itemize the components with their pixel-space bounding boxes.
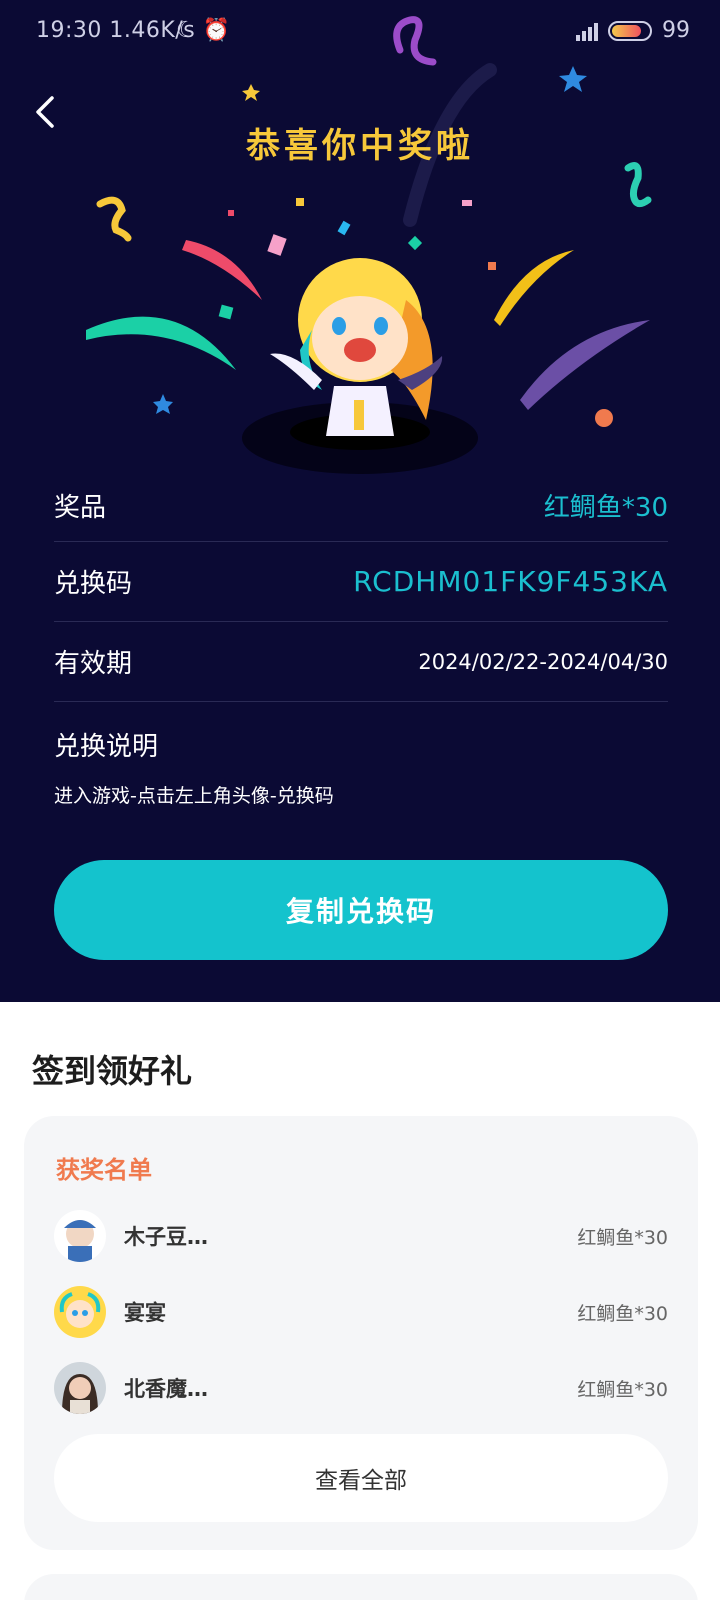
- prize-details: 奖品 红鲷鱼*30 兑换码 RCDHM01FK9F453KA 有效期 2024/…: [54, 470, 668, 808]
- confetti: [407, 235, 423, 251]
- avatar: [54, 1286, 106, 1338]
- mascot-eye: [374, 317, 388, 335]
- winner-prize: 红鲷鱼*30: [577, 1378, 668, 1401]
- code-row: 兑换码 RCDHM01FK9F453KA: [54, 542, 668, 622]
- list-item: 宴宴 红鲷鱼*30: [54, 1284, 668, 1340]
- confetti: [228, 210, 234, 216]
- prize-value: 红鲷鱼*30: [543, 493, 668, 523]
- avatar: [54, 1362, 106, 1414]
- ribbon-teal: [86, 316, 236, 370]
- confetti: [462, 200, 472, 206]
- celebration-illustration: [86, 16, 652, 474]
- dot-orange: [595, 409, 613, 427]
- ribbon-purple: [520, 320, 650, 410]
- star-decor: [559, 66, 587, 92]
- prize-label: 奖品: [54, 493, 107, 523]
- prize-panel: 19:30 1.46K/s ☾ ⏰ 99 恭喜你中奖啦 奖品 红鲷鱼*30 兑换…: [0, 0, 720, 1002]
- next-card: [24, 1574, 698, 1600]
- confetti: [267, 234, 287, 256]
- redeem-code[interactable]: RCDHM01FK9F453KA: [353, 565, 668, 598]
- code-label: 兑换码: [54, 569, 133, 599]
- star-decor: [153, 394, 173, 414]
- avatar: [54, 1210, 106, 1262]
- confetti: [218, 304, 234, 320]
- list-item: 木子豆… 红鲷鱼*30: [54, 1208, 668, 1264]
- winner-prize: 红鲷鱼*30: [577, 1226, 668, 1249]
- validity-label: 有效期: [54, 649, 133, 679]
- squiggle-yellow: [96, 196, 132, 242]
- validity-value: 2024/02/22-2024/04/30: [418, 649, 668, 674]
- list-item: 北香魔… 红鲷鱼*30: [54, 1360, 668, 1416]
- page-title: 恭喜你中奖啦: [246, 126, 474, 166]
- ribbon-red: [182, 240, 262, 300]
- instructions-text: 进入游戏-点击左上角头像-兑换码: [54, 785, 334, 807]
- squiggle-teal: [624, 162, 652, 208]
- winner-name: 北香魔…: [124, 1377, 208, 1401]
- star-decor: [242, 84, 260, 101]
- instructions-label: 兑换说明: [54, 732, 159, 762]
- view-all-button[interactable]: 查看全部: [54, 1434, 668, 1522]
- mascot-eye: [332, 317, 346, 335]
- winner-name: 宴宴: [124, 1301, 166, 1325]
- logo-swirl: [393, 16, 437, 66]
- confetti: [488, 262, 496, 270]
- confetti: [337, 220, 351, 236]
- winners-card: 获奖名单 木子豆… 红鲷鱼*30 宴宴 红鲷鱼*30 北香魔… 红鲷鱼*30 查…: [24, 1116, 698, 1550]
- copy-code-button[interactable]: 复制兑换码: [54, 860, 668, 960]
- validity-row: 有效期 2024/02/22-2024/04/30: [54, 622, 668, 702]
- mascot-mouth: [344, 338, 376, 362]
- prize-row: 奖品 红鲷鱼*30: [54, 470, 668, 542]
- confetti: [296, 198, 304, 206]
- winners-title: 获奖名单: [56, 1156, 152, 1184]
- mascot-tie: [354, 400, 364, 430]
- signin-section-title: 签到领好礼: [32, 1052, 193, 1090]
- winner-name: 木子豆…: [124, 1225, 208, 1249]
- ribbon-yellow: [494, 250, 574, 326]
- winner-prize: 红鲷鱼*30: [577, 1302, 668, 1325]
